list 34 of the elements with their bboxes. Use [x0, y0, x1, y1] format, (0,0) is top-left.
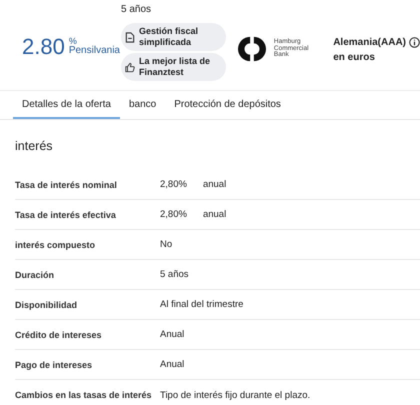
thumbs-up-icon	[125, 62, 136, 72]
tab[interactable]: Protección de depósitos	[165, 91, 290, 119]
currency-label: en euros	[333, 51, 376, 65]
feature-badge: Gestión fiscal simplificada	[121, 23, 226, 51]
row-value: Anual	[160, 329, 184, 340]
section-title: interés	[15, 138, 54, 155]
row-value: 2,80%	[160, 179, 187, 190]
row-label: interés compuesto	[15, 240, 96, 250]
tab[interactable]: banco	[120, 91, 166, 119]
row-value: 5 años	[160, 269, 189, 280]
row-label: Cambios en las tasas de interés	[15, 390, 153, 400]
percent-sign: %	[68, 37, 77, 46]
country-rating: Alemania(AAA)	[333, 36, 406, 50]
document-icon	[125, 32, 136, 42]
row-unit: anual	[202, 209, 226, 220]
row-label: Disponibilidad	[15, 300, 78, 310]
feature-badge: La mejor lista de Finanztest	[121, 53, 226, 81]
row-label: Tasa de interés efectiva	[15, 210, 117, 220]
row-value: Al final del trimestre	[160, 299, 244, 310]
row-label: Pago de intereses	[15, 360, 94, 370]
row-unit: anual	[202, 179, 226, 190]
row-value: 2,80%	[160, 209, 187, 220]
row-label: Crédito de intereses	[15, 330, 103, 340]
row-label: Tasa de interés nominal	[15, 180, 118, 190]
interest-rate: 2.80	[22, 34, 65, 60]
row-value: No	[160, 239, 172, 250]
bank-logo-icon	[238, 35, 266, 63]
row-value: Tipo de interés fijo durante el plazo.	[160, 390, 310, 400]
tab[interactable]: Detalles de la oferta	[13, 91, 120, 119]
row-value: Anual	[160, 359, 184, 370]
rate-label: Pensilvania	[68, 46, 120, 57]
term-label: 5 años	[121, 4, 152, 15]
info-icon[interactable]	[409, 37, 420, 48]
row-label: Duración	[15, 270, 56, 280]
